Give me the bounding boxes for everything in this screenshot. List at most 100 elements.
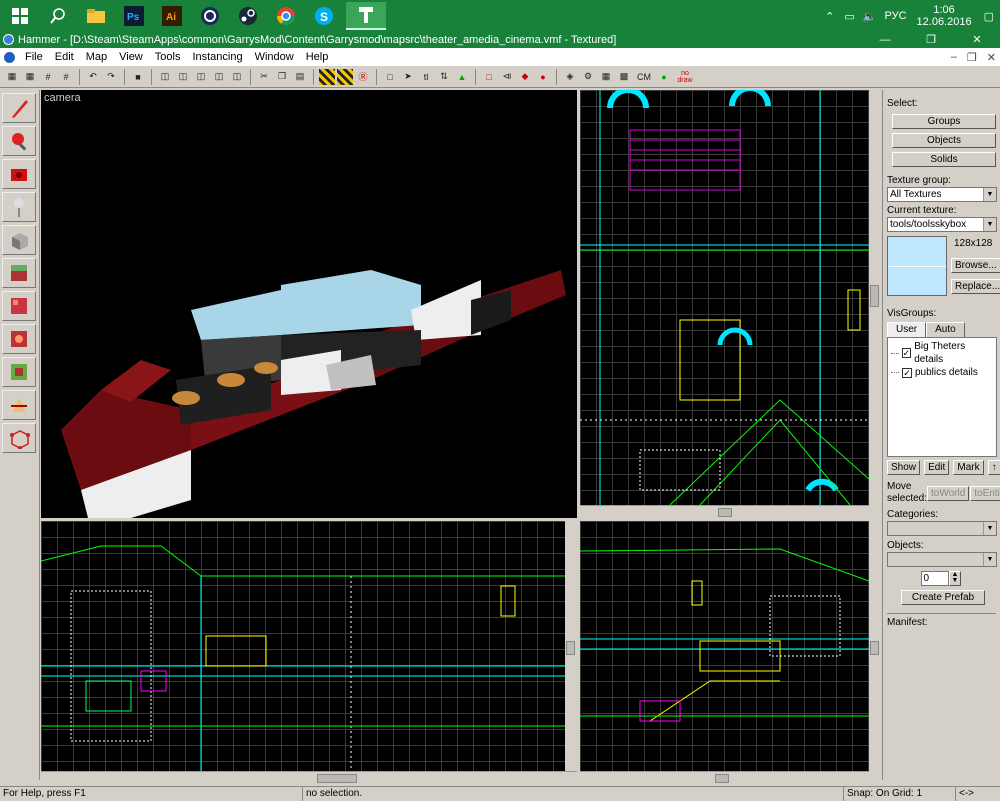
camera-tool-icon[interactable]	[2, 159, 36, 189]
hide-selected-icon[interactable]: ◫	[229, 69, 245, 85]
menu-instancing[interactable]: Instancing	[186, 48, 248, 66]
front-2d-viewport[interactable]	[41, 521, 577, 771]
windows-start-icon[interactable]	[4, 2, 36, 30]
top-2d-viewport[interactable]	[580, 90, 869, 505]
menu-edit[interactable]: Edit	[49, 48, 80, 66]
mdi-minimize-icon[interactable]: –	[951, 51, 957, 63]
tab-auto[interactable]: Auto	[926, 322, 965, 337]
side-view-vscroll[interactable]	[869, 521, 881, 771]
select-objects-button[interactable]: Objects	[892, 133, 996, 148]
toggle-2d-icon[interactable]: □	[481, 69, 497, 85]
document-icon[interactable]	[4, 51, 15, 63]
spinner-arrows-icon[interactable]: ▲ ▼	[948, 571, 962, 586]
replace-button[interactable]: Replace...	[951, 279, 1000, 294]
chevron-up-icon[interactable]: ⌃	[825, 10, 834, 23]
menu-file[interactable]: File	[19, 48, 49, 66]
menu-view[interactable]: View	[113, 48, 149, 66]
move-to-world-icon[interactable]: ◫	[211, 69, 227, 85]
menu-map[interactable]: Map	[80, 48, 113, 66]
tab-user[interactable]: User	[887, 322, 927, 337]
top-view-vscroll[interactable]	[869, 90, 881, 505]
toggle-texture-lock-icon[interactable]	[319, 68, 335, 85]
select-solids-button[interactable]: Solids	[892, 152, 996, 167]
grid-larger-icon[interactable]: #	[58, 69, 74, 85]
copy-icon[interactable]: ❐	[274, 69, 290, 85]
visgroup-checkbox[interactable]: ✓	[902, 367, 912, 378]
cinema4d-icon[interactable]	[194, 2, 226, 30]
current-texture-select[interactable]: tools/toolsskybox ▼	[887, 217, 997, 232]
edit-button[interactable]: Edit	[924, 460, 950, 475]
to-entity-button[interactable]: toEntity	[970, 485, 1000, 501]
toggle-lights-icon[interactable]: ◆	[517, 69, 533, 85]
decal-tool-icon[interactable]	[2, 324, 36, 354]
chevron-down-icon[interactable]: ▼	[983, 218, 996, 231]
toggle-entities-icon[interactable]: ●	[535, 69, 551, 85]
create-prefab-button[interactable]: Create Prefab	[901, 590, 985, 605]
overlay-tool-icon[interactable]	[2, 357, 36, 387]
count-input[interactable]: 0	[920, 571, 949, 586]
front-view-hscroll[interactable]	[41, 771, 577, 785]
paste-icon[interactable]: ▤	[292, 69, 308, 85]
to-world-button[interactable]: toWorld	[927, 485, 970, 501]
helper-icon[interactable]: ⇅	[436, 69, 452, 85]
front-view-vscroll[interactable]	[565, 521, 577, 771]
toggle-models-icon[interactable]: ⧏	[499, 69, 515, 85]
close-icon[interactable]: ✕	[954, 32, 1000, 48]
notification-icon[interactable]: ▢	[984, 10, 994, 23]
select-groups-button[interactable]: Groups	[892, 114, 996, 129]
grid-smaller-icon[interactable]: #	[40, 69, 56, 85]
side-view-hscroll[interactable]	[580, 771, 869, 785]
redo-icon[interactable]: ↷	[103, 69, 119, 85]
scroll-thumb[interactable]	[566, 641, 575, 655]
visgroup-checkbox[interactable]: ✓	[901, 348, 912, 358]
compile-icon[interactable]: ⚙	[580, 69, 596, 85]
chrome-icon[interactable]	[270, 2, 302, 30]
vertex-tool-icon[interactable]	[2, 423, 36, 453]
texture-apply-icon[interactable]: tl	[418, 69, 434, 85]
chevron-down-icon[interactable]: ▼	[983, 188, 996, 201]
texture-group-select[interactable]: All Textures ▼	[887, 187, 997, 202]
texture-application-icon[interactable]	[2, 258, 36, 288]
grid-show-icon[interactable]: ▦	[22, 69, 38, 85]
search-icon[interactable]	[42, 2, 74, 30]
top-view-hscroll[interactable]	[580, 505, 869, 519]
objects-select[interactable]: ▼	[887, 552, 997, 567]
chevron-down-icon[interactable]: ▼	[983, 553, 996, 566]
categories-select[interactable]: ▼	[887, 521, 997, 536]
steam-icon[interactable]	[232, 2, 264, 30]
arrow-up-icon[interactable]: ↑	[987, 460, 1000, 475]
mdi-close-icon[interactable]: ✕	[987, 51, 996, 64]
toggle-autoload-icon[interactable]: Ⓡ	[355, 69, 371, 85]
illustrator-icon[interactable]: Ai	[156, 2, 188, 30]
select-pointer-icon[interactable]: ➤	[400, 69, 416, 85]
nodraw-button[interactable]: no draw	[674, 69, 696, 85]
selection-box-icon[interactable]: □	[382, 69, 398, 85]
menu-window[interactable]: Window	[249, 48, 300, 66]
apply-texture-icon[interactable]	[2, 291, 36, 321]
vertex-icon[interactable]: ▲	[454, 69, 470, 85]
menu-tools[interactable]: Tools	[149, 48, 187, 66]
magnify-tool-icon[interactable]	[2, 126, 36, 156]
cubemap-button[interactable]: CM	[634, 69, 654, 85]
cut-icon[interactable]: ✂	[256, 69, 272, 85]
tie-to-entity-icon[interactable]: ◫	[193, 69, 209, 85]
undo-icon[interactable]: ↶	[85, 69, 101, 85]
hammer-app-icon[interactable]	[346, 2, 386, 30]
scroll-thumb[interactable]	[870, 641, 879, 655]
file-explorer-icon[interactable]	[80, 2, 112, 30]
mdi-restore-icon[interactable]: ❐	[967, 51, 977, 64]
chevron-down-icon[interactable]: ▼	[983, 522, 996, 535]
scroll-thumb[interactable]	[718, 508, 732, 517]
camera-viewport[interactable]: camera	[41, 90, 577, 518]
mark-button[interactable]: Mark	[953, 460, 984, 475]
minimize-icon[interactable]: —	[862, 32, 908, 48]
grid-large-icon[interactable]: ▦	[4, 69, 20, 85]
selection-tool-icon[interactable]	[2, 93, 36, 123]
browse-button[interactable]: Browse...	[951, 258, 1000, 273]
scroll-thumb[interactable]	[715, 774, 729, 783]
transform-icon[interactable]: ◈	[562, 69, 578, 85]
volume-icon[interactable]: 🔈	[863, 10, 877, 23]
clock[interactable]: 1:06 12.06.2016	[917, 4, 972, 28]
ungroup-icon[interactable]: ◫	[175, 69, 191, 85]
side-2d-viewport[interactable]	[580, 521, 869, 771]
